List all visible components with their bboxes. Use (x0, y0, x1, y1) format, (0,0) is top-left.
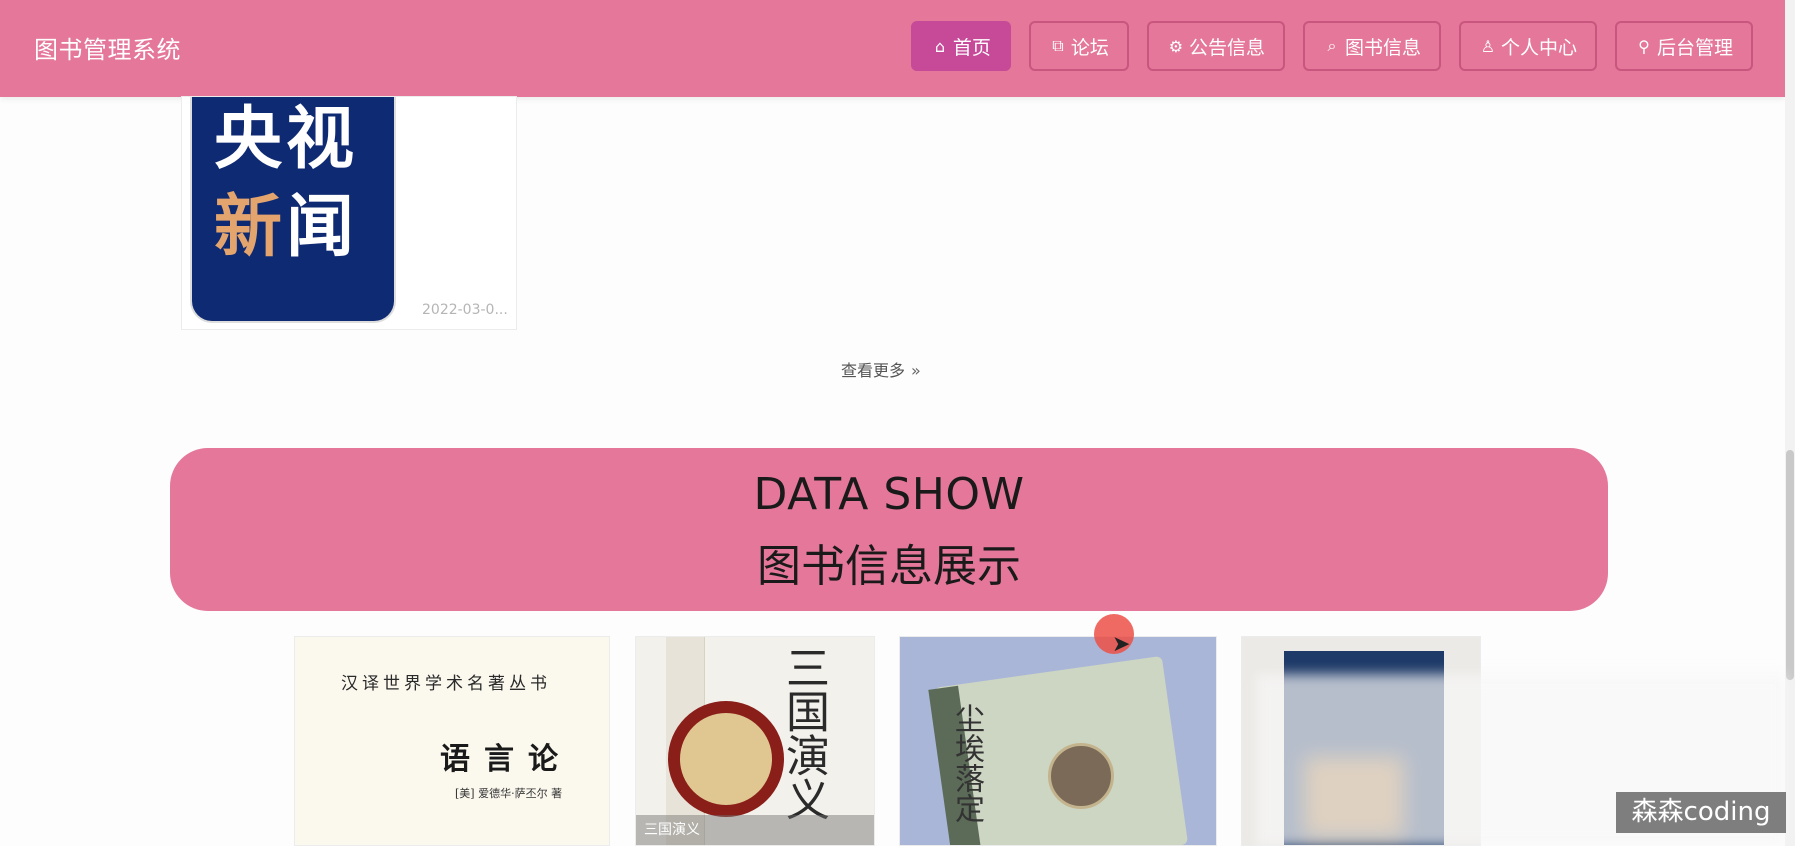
notice-icon: ⚙ (1168, 36, 1184, 56)
book-cover-seal (1048, 743, 1114, 809)
news-card[interactable]: 央视 新闻 2022-03-0... (181, 96, 517, 330)
forum-icon: ⧉ (1052, 36, 1064, 55)
page-scrollbar-track[interactable] (1785, 0, 1795, 846)
nav-profile[interactable]: ♙ 个人中心 (1458, 21, 1597, 71)
book-cover-title: 尘埃落定 (949, 703, 984, 823)
watermark: 森森coding (1616, 792, 1786, 833)
nav-forum-label: 论坛 (1070, 36, 1109, 59)
book-cover-series: 汉译世界学术名著丛书 (341, 674, 551, 694)
section-title-zh: 图书信息展示 (757, 541, 1021, 592)
view-more-label: 查看更多 (841, 361, 906, 380)
book-card[interactable]: 汉译世界学术名著丛书 语言论 [美] 爱德华·萨丕尔 著 (294, 636, 610, 846)
main-nav: ⌂ 首页 ⧉ 论坛 ⚙ 公告信息 ⌕ 图书信息 ♙ 个人中心 ⚲ 后台管理 (910, 21, 1753, 71)
news-date: 2022-03-0... (422, 302, 508, 318)
nav-profile-label: 个人中心 (1500, 36, 1577, 59)
app-title: 图书管理系统 (34, 36, 181, 64)
section-title-banner: DATA SHOW 图书信息展示 (170, 448, 1608, 611)
nav-home[interactable]: ⌂ 首页 (910, 21, 1011, 71)
nav-notice[interactable]: ⚙ 公告信息 (1146, 21, 1285, 71)
mouse-pointer-icon: ➤ (1112, 632, 1131, 657)
link-icon: ⚲ (1638, 36, 1650, 56)
home-icon: ⌂ (934, 36, 945, 56)
book-cover-author: [美] 爱德华·萨丕尔 著 (455, 787, 563, 800)
nav-home-label: 首页 (952, 36, 991, 59)
news-logo-line1: 央视 (214, 100, 359, 179)
news-logo-image[interactable]: 央视 新闻 (190, 97, 396, 323)
nav-books-label: 图书信息 (1344, 36, 1421, 59)
double-chevron-right-icon: » (911, 361, 921, 380)
book-cover-title: 三国演义 (778, 645, 829, 821)
book-caption: 三国演义 (636, 815, 874, 845)
nav-books[interactable]: ⌕ 图书信息 (1302, 21, 1441, 71)
section-title-en: DATA SHOW (753, 469, 1025, 520)
page-scrollbar-thumb[interactable] (1786, 450, 1794, 680)
book-cover-title: 语言论 (440, 742, 572, 777)
nav-admin-label: 后台管理 (1656, 36, 1733, 59)
nav-forum[interactable]: ⧉ 论坛 (1028, 21, 1129, 71)
book-card[interactable]: 尘埃落定 (899, 636, 1217, 846)
book-cover-emblem-inner (680, 713, 772, 805)
view-more-link[interactable]: 查看更多 » (841, 357, 921, 381)
news-logo-line2: 新闻 (214, 188, 359, 267)
nav-admin[interactable]: ⚲ 后台管理 (1614, 21, 1753, 71)
nav-notice-label: 公告信息 (1188, 36, 1265, 59)
top-navbar: 图书管理系统 ⌂ 首页 ⧉ 论坛 ⚙ 公告信息 ⌕ 图书信息 ♙ 个人中心 ⚲ … (0, 0, 1785, 97)
book-icon: ⌕ (1327, 36, 1337, 55)
book-card[interactable]: 三国演义 三国演义 (635, 636, 875, 846)
user-icon: ♙ (1480, 36, 1496, 56)
